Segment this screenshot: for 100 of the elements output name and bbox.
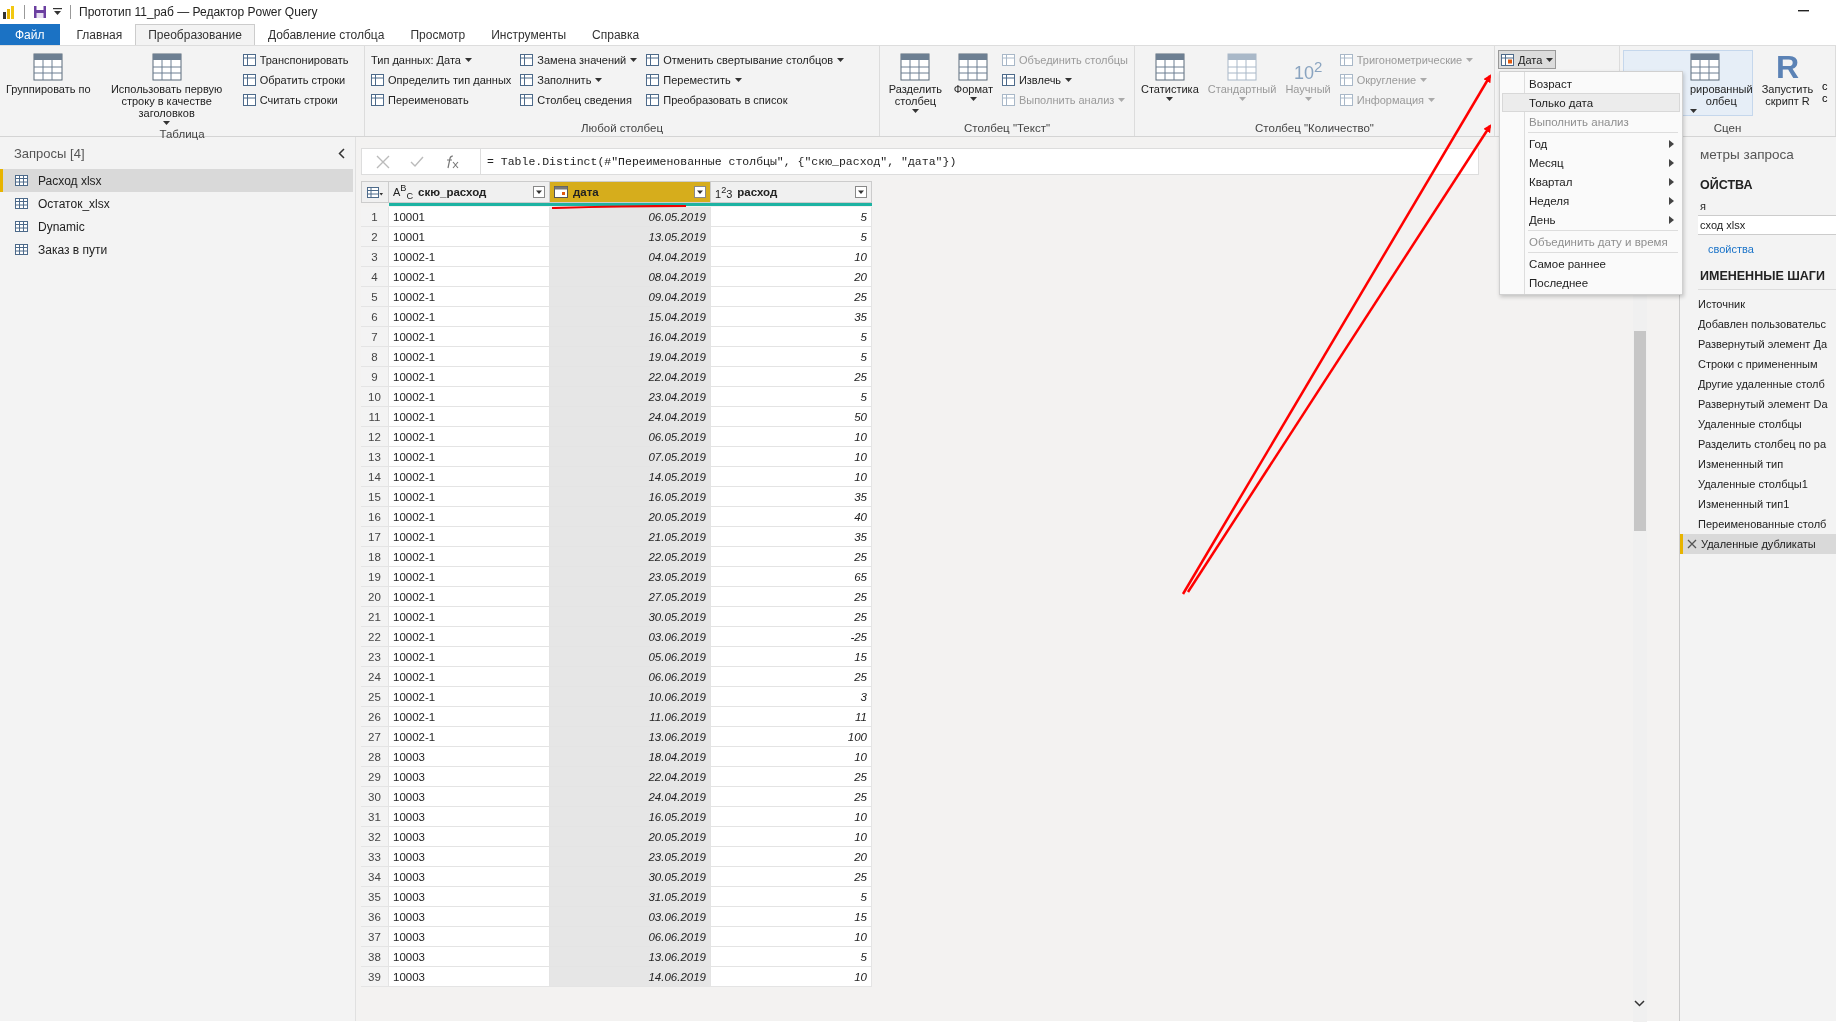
table-cell: 10003: [389, 747, 550, 767]
ribbon-button[interactable]: Дата: [1498, 50, 1557, 69]
ribbon-button[interactable]: Формат: [950, 50, 996, 105]
ribbon-button[interactable]: Использовать первую строку в качестве заголовков: [96, 50, 237, 129]
menu-item[interactable]: Последнее: [1500, 273, 1682, 292]
ribbon-button[interactable]: Замена значений: [517, 50, 641, 69]
ribbon-button[interactable]: Преобразовать в список: [643, 90, 791, 109]
row-number: 9: [361, 367, 389, 387]
ribbon-button[interactable]: Группировать по: [3, 50, 94, 99]
table-cell: 22.04.2019: [550, 367, 711, 387]
caret-icon: [1238, 97, 1246, 102]
table-icon: [520, 93, 534, 106]
table-cell: 25: [711, 587, 872, 607]
collapse-icon[interactable]: [338, 148, 345, 159]
dropdown-icon[interactable]: [533, 186, 545, 198]
menu-item[interactable]: Месяц: [1500, 153, 1682, 172]
step-item[interactable]: Удаленные столбцы1: [1698, 474, 1836, 494]
column-header[interactable]: 1$^{2}$3 расход: [711, 181, 872, 203]
query-item[interactable]: Dynamic: [0, 215, 353, 238]
ribbon-button[interactable]: Переименовать: [368, 90, 472, 109]
caret-icon: [734, 77, 742, 82]
menu-item[interactable]: Только дата: [1502, 93, 1680, 112]
query-item[interactable]: Заказ в пути: [0, 238, 353, 261]
ribbon-button[interactable]: Столбец сведения: [517, 90, 635, 109]
ribbon-tab[interactable]: Просмотр: [397, 24, 479, 45]
row-number: 20: [361, 587, 389, 607]
group-label: Столбец "Количество": [1254, 122, 1375, 136]
table-menu-button[interactable]: [361, 181, 389, 203]
table-cell: 23.05.2019: [550, 567, 711, 587]
ribbon-button[interactable]: Считать строки: [239, 90, 341, 109]
menu-item[interactable]: Квартал: [1500, 172, 1682, 191]
row-number: 4: [361, 267, 389, 287]
table-icon: [15, 175, 28, 186]
ribbon-tab[interactable]: Справка: [579, 24, 653, 45]
ribbon-button[interactable]: Определить тип данных: [368, 70, 515, 89]
minimize-icon[interactable]: [1798, 10, 1809, 12]
ribbon-tab[interactable]: Преобразование: [135, 24, 255, 45]
submenu-arrow-icon: [1669, 139, 1674, 148]
function-icon[interactable]: [444, 154, 460, 169]
ribbon-button[interactable]: Транспонировать: [239, 50, 352, 69]
section-heading: ОЙСТВА: [1699, 178, 1754, 192]
table-cell: 10003: [389, 907, 550, 927]
row-number: 29: [361, 767, 389, 787]
step-item[interactable]: Разделить столбец по ра: [1698, 434, 1836, 454]
row-number: 3: [361, 247, 389, 267]
ribbon-button[interactable]: Статистика: [1138, 50, 1202, 105]
delete-icon[interactable]: [1687, 539, 1697, 549]
step-item[interactable]: Удаленные дубликаты: [1680, 534, 1836, 554]
menu-item[interactable]: Неделя: [1500, 191, 1682, 210]
ribbon-button[interactable]: Переместить: [643, 70, 745, 89]
ribbon-button[interactable]: R Запустить скрипт R: [1756, 50, 1819, 111]
properties-link[interactable]: свойства: [1698, 243, 1836, 255]
caret-icon: [163, 121, 171, 126]
menu-item[interactable]: День: [1500, 210, 1682, 229]
table-cell: 10002-1: [389, 627, 550, 647]
dropdown-icon[interactable]: [855, 186, 867, 198]
group-label: Таблица: [158, 128, 206, 143]
table-icon: [646, 53, 660, 66]
ribbon-tab[interactable]: Главная: [63, 24, 136, 45]
submenu-arrow-icon: [1669, 196, 1674, 205]
step-item[interactable]: Переименованные столб: [1698, 514, 1836, 534]
table-cell: 15: [711, 907, 872, 927]
ribbon-button[interactable]: Разделить столбец: [883, 50, 948, 117]
step-item[interactable]: Измененный тип: [1698, 454, 1836, 474]
row-number: 13: [361, 447, 389, 467]
file-tab[interactable]: Файл: [0, 24, 60, 45]
query-item[interactable]: Расход xlsx: [0, 169, 353, 192]
step-item[interactable]: Развернутый элемент Da: [1698, 394, 1836, 414]
ribbon-button[interactable]: Заполнить: [517, 70, 606, 89]
query-item[interactable]: Остаток_xlsx: [0, 192, 353, 215]
row-number: 18: [361, 547, 389, 567]
ribbon-tab[interactable]: Инструменты: [478, 24, 580, 45]
step-item[interactable]: Удаленные столбцы: [1698, 414, 1836, 434]
step-item[interactable]: Добавлен пользовательс: [1698, 314, 1836, 334]
menu-item[interactable]: Самое раннее: [1500, 254, 1682, 273]
row-number: 28: [361, 747, 389, 767]
panel-title: Запросы [4]: [14, 146, 85, 161]
caret-icon[interactable]: [53, 8, 62, 16]
check-icon[interactable]: [410, 155, 424, 168]
table-cell: 10002-1: [389, 407, 550, 427]
column-header[interactable]: дата: [550, 181, 711, 203]
table-cell: 25: [711, 607, 872, 627]
ribbon-button[interactable]: Извлечь: [998, 70, 1076, 89]
step-item[interactable]: Другие удаленные столб: [1698, 374, 1836, 394]
step-item[interactable]: Строки с примененным: [1698, 354, 1836, 374]
step-item[interactable]: Источник: [1698, 294, 1836, 314]
step-item[interactable]: Развернутый элемент Да: [1698, 334, 1836, 354]
step-item[interactable]: Измененный тип1: [1698, 494, 1836, 514]
menu-item[interactable]: Год: [1500, 134, 1682, 153]
ribbon-tab[interactable]: Добавление столбца: [254, 24, 398, 45]
table-cell: 20.05.2019: [550, 827, 711, 847]
chevron-down-icon[interactable]: [1634, 1000, 1645, 1007]
dropdown-icon[interactable]: [694, 186, 706, 198]
save-icon[interactable]: [33, 5, 47, 19]
name-field[interactable]: сход xlsx: [1698, 215, 1836, 235]
ribbon-button[interactable]: Отменить свертывание столбцов: [643, 50, 848, 69]
ribbon-button[interactable]: Обратить строки: [239, 70, 349, 89]
ribbon-button[interactable]: с с: [1822, 50, 1832, 105]
ribbon-button[interactable]: Тип данных: Дата: [368, 50, 475, 69]
column-header[interactable]: A$^{B}$$_{C}$ скю_расход: [389, 181, 550, 203]
